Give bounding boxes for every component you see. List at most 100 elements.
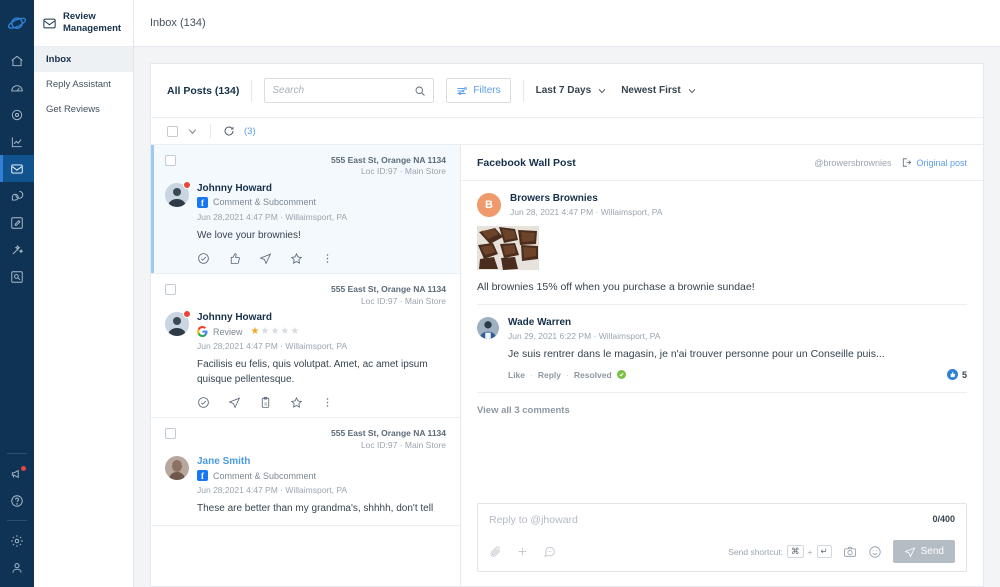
card-main: Johnny Howard Review ★ ★ ★ ★ ★ Jun 28,20… (197, 312, 446, 409)
plus-icon[interactable] (516, 545, 529, 558)
list-item[interactable]: 555 East St, Orange NA 1134 Loc ID:97 · … (151, 274, 460, 419)
reply-input[interactable] (489, 514, 933, 526)
facebook-like-icon (946, 369, 958, 380)
sidebar-item-inbox[interactable]: Inbox (34, 47, 133, 72)
sidebar-item-label: Inbox (46, 54, 72, 65)
location-sub: Loc ID:97 · Main Store (360, 295, 446, 306)
rail-item-announcements[interactable] (0, 460, 34, 487)
card-header: 555 East St, Orange NA 1134 Loc ID:97 · … (165, 428, 446, 451)
sort-order-dropdown[interactable]: Newest First (621, 85, 696, 96)
comment-divider (477, 392, 967, 393)
post-timestamp: Jun 28, 2021 4:47 PM · Willaimsport, PA (510, 207, 663, 217)
composer-right-group: Send shortcut: ⌘ + ↵ Send (728, 540, 955, 563)
comment-body: Wade Warren Jun 29, 2021 6:22 PM · Willa… (508, 317, 967, 380)
rail-item-insights[interactable] (0, 236, 34, 263)
all-posts-label: All Posts (134) (167, 84, 240, 97)
rail-item-settings[interactable] (0, 527, 34, 554)
rail-item-help[interactable] (0, 487, 34, 514)
composer-toolbar: Send shortcut: ⌘ + ↵ Send (489, 540, 955, 563)
post-list[interactable]: 555 East St, Orange NA 1134 Loc ID:97 · … (151, 145, 461, 586)
refresh-icon[interactable] (223, 125, 235, 137)
source-label: Review (213, 326, 243, 337)
search-box[interactable] (264, 78, 435, 103)
sort-order-label: Newest First (621, 85, 681, 96)
card-actions (197, 252, 446, 265)
card-main: Johnny Howard f Comment & Subcomment Jun… (197, 183, 446, 266)
like-action[interactable]: Like (508, 370, 525, 380)
resolved-action[interactable]: Resolved (574, 370, 612, 380)
module-header: Review Management (34, 0, 133, 47)
list-item[interactable]: 555 East St, Orange NA 1134 Loc ID:97 · … (151, 145, 460, 275)
smiley-icon[interactable] (868, 545, 882, 559)
rail-item-inbox[interactable] (0, 155, 34, 182)
refresh-count-label: (3) (244, 125, 256, 137)
original-post-link[interactable]: Original post (901, 157, 967, 168)
card-checkbox[interactable] (165, 284, 176, 296)
original-post-label: Original post (916, 157, 967, 168)
card-location: 555 East St, Orange NA 1134 Loc ID:97 · … (331, 155, 446, 178)
rail-item-media[interactable] (0, 263, 34, 290)
author-name[interactable]: Jane Smith (197, 456, 446, 467)
location-address: 555 East St, Orange NA 1134 (331, 155, 446, 165)
rail-item-home[interactable] (0, 47, 34, 74)
rail-divider-bottom (7, 520, 27, 521)
sidebar-item-reply-assistant[interactable]: Reply Assistant (34, 72, 133, 97)
view-all-comments-link[interactable]: View all 3 comments (477, 405, 967, 416)
card-body: Johnny Howard Review ★ ★ ★ ★ ★ Jun 28,20… (165, 310, 446, 409)
star-icon[interactable] (290, 252, 303, 265)
date-range-dropdown[interactable]: Last 7 Days (536, 85, 608, 96)
rail-item-dashboard[interactable] (0, 74, 34, 101)
message-text: We love your brownies! (197, 229, 301, 241)
card-checkbox[interactable] (165, 155, 176, 166)
card-checkbox[interactable] (165, 428, 176, 440)
star-icon[interactable] (290, 396, 303, 409)
send-button[interactable]: Send (892, 540, 955, 563)
global-nav-rail (0, 0, 34, 587)
timestamp: Jun 28,2021 4:47 PM · Willaimsport, PA (197, 341, 348, 352)
main-region: Inbox (134) All Posts (134) Search Filte… (134, 0, 1000, 587)
check-circle-icon[interactable] (197, 396, 210, 409)
google-icon (197, 326, 208, 338)
source-row: f Comment & Subcomment (197, 470, 446, 482)
check-badge-icon (616, 370, 626, 379)
search-input[interactable] (272, 85, 411, 96)
send-plane-icon[interactable] (228, 396, 241, 409)
post-image[interactable] (477, 226, 539, 270)
camera-icon[interactable] (843, 545, 857, 559)
select-all-checkbox[interactable] (167, 125, 178, 137)
brand-avatar: B (477, 193, 501, 217)
reply-action[interactable]: Reply (538, 370, 561, 380)
comment-dots-icon[interactable] (543, 545, 556, 558)
send-plane-icon[interactable] (259, 252, 272, 265)
chevron-down-icon (597, 86, 607, 96)
location-sub: Loc ID:97 · Main Store (360, 439, 446, 450)
like-count-group: 5 (946, 369, 967, 380)
check-circle-icon[interactable] (197, 252, 210, 265)
module-nav-list: Inbox Reply Assistant Get Reviews (34, 47, 133, 587)
rail-item-account[interactable] (0, 554, 34, 581)
sidebar-item-label: Reply Assistant (46, 79, 111, 90)
sidebar-item-get-reviews[interactable]: Get Reviews (34, 97, 133, 122)
rail-item-analytics[interactable] (0, 128, 34, 155)
rail-item-compose[interactable] (0, 209, 34, 236)
shortcut-key-cmd: ⌘ (787, 545, 804, 558)
author-name: Johnny Howard (197, 312, 273, 324)
card-main: Jane Smith f Comment & Subcomment Jun 28… (197, 456, 446, 517)
reply-composer[interactable]: 0/400 (477, 503, 967, 572)
search-icon[interactable] (414, 85, 426, 97)
bulk-divider (210, 124, 211, 138)
clipboard-icon[interactable] (259, 396, 272, 409)
inbox-toolbar: All Posts (134) Filters (151, 64, 983, 117)
list-item[interactable]: 555 East St, Orange NA 1134 Loc ID:97 · … (151, 418, 460, 526)
attachment-icon[interactable] (489, 545, 502, 558)
planet-logo-icon[interactable] (0, 0, 34, 47)
rail-item-locations[interactable] (0, 101, 34, 128)
filters-button[interactable]: Filters (446, 78, 511, 103)
select-all-chevron-down-icon[interactable] (187, 126, 198, 137)
thumbs-up-icon[interactable] (228, 252, 241, 265)
rail-item-messaging[interactable] (0, 182, 34, 209)
card-location: 555 East St, Orange NA 1134 Loc ID:97 · … (331, 428, 446, 451)
location-address: 555 East St, Orange NA 1134 (331, 284, 446, 295)
more-vertical-icon[interactable] (321, 252, 334, 265)
more-vertical-icon[interactable] (321, 396, 334, 409)
